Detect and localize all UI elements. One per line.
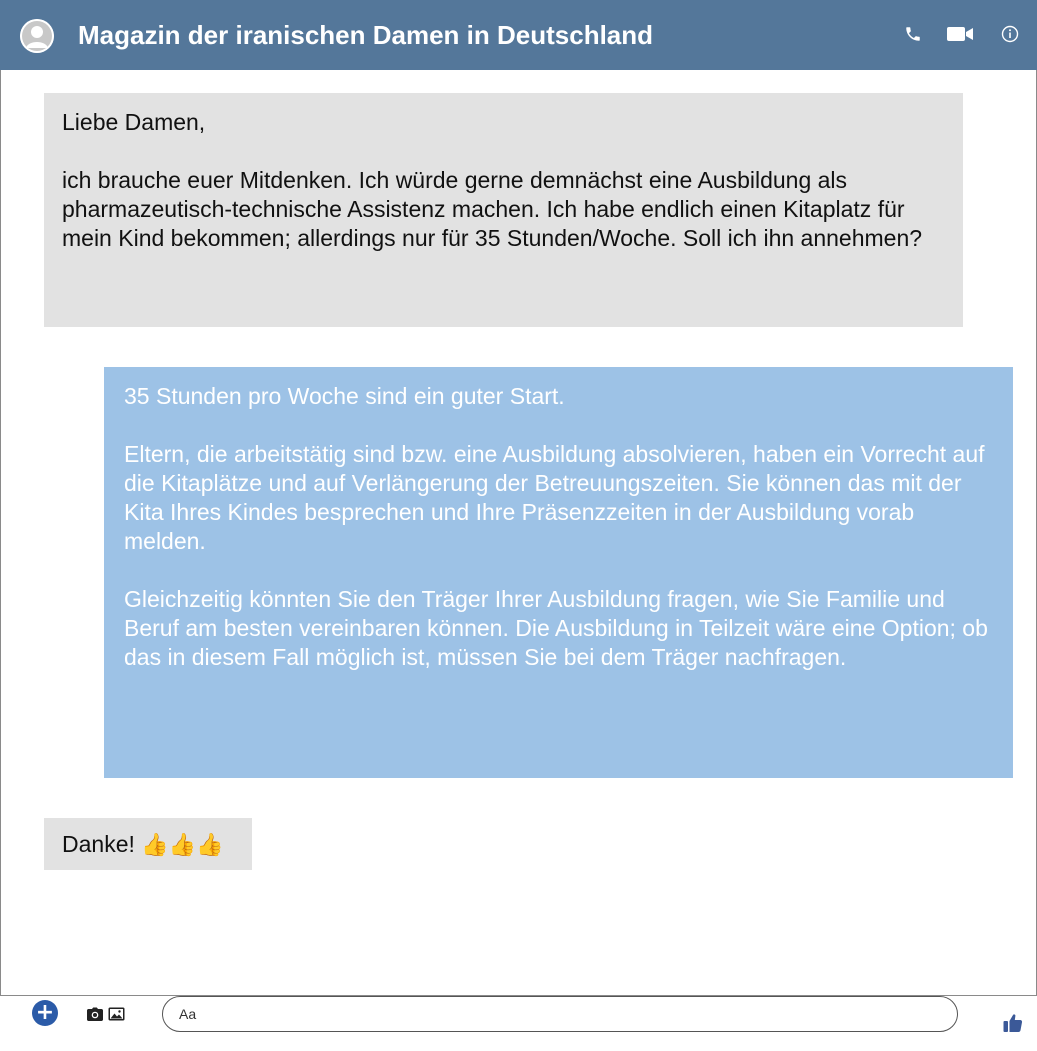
thumbs-up-icon[interactable] <box>1003 1013 1023 1033</box>
message-bubble-incoming: Danke! 👍👍👍 <box>44 818 252 870</box>
chat-title: Magazin der iranischen Damen in Deutschl… <box>78 20 654 50</box>
message-list[interactable]: Liebe Damen, ich brauche euer Mitdenken.… <box>0 70 1037 996</box>
message-text: Danke! <box>62 831 135 857</box>
plus-icon[interactable]: + <box>32 1000 58 1026</box>
message-paragraph: Gleichzeitig könnten Sie den Träger Ihre… <box>124 586 988 670</box>
message-paragraph: Liebe Damen, <box>62 109 206 135</box>
composer-bar: + <box>0 996 1037 1051</box>
chat-window: Magazin der iranischen Damen in Deutschl… <box>0 0 1037 1051</box>
avatar-icon[interactable] <box>20 19 54 53</box>
message-paragraph: Eltern, die arbeitstätig sind bzw. eine … <box>124 441 985 554</box>
message-input[interactable] <box>162 996 958 1032</box>
video-camera-icon[interactable] <box>945 22 975 46</box>
camera-icon[interactable] <box>87 1006 103 1021</box>
message-bubble-outgoing: 35 Stunden pro Woche sind ein guter Star… <box>104 367 1013 778</box>
message-paragraph: ich brauche euer Mitdenken. Ich würde ge… <box>62 167 923 251</box>
message-paragraph: 35 Stunden pro Woche sind ein guter Star… <box>124 383 565 409</box>
info-icon[interactable] <box>1000 22 1020 46</box>
thumbs-up-emoji: 👍👍👍 <box>141 832 224 857</box>
chat-header: Magazin der iranischen Damen in Deutschl… <box>0 0 1037 70</box>
phone-icon[interactable] <box>903 22 923 46</box>
message-bubble-incoming: Liebe Damen, ich brauche euer Mitdenken.… <box>44 93 963 327</box>
image-icon[interactable] <box>108 1006 125 1021</box>
